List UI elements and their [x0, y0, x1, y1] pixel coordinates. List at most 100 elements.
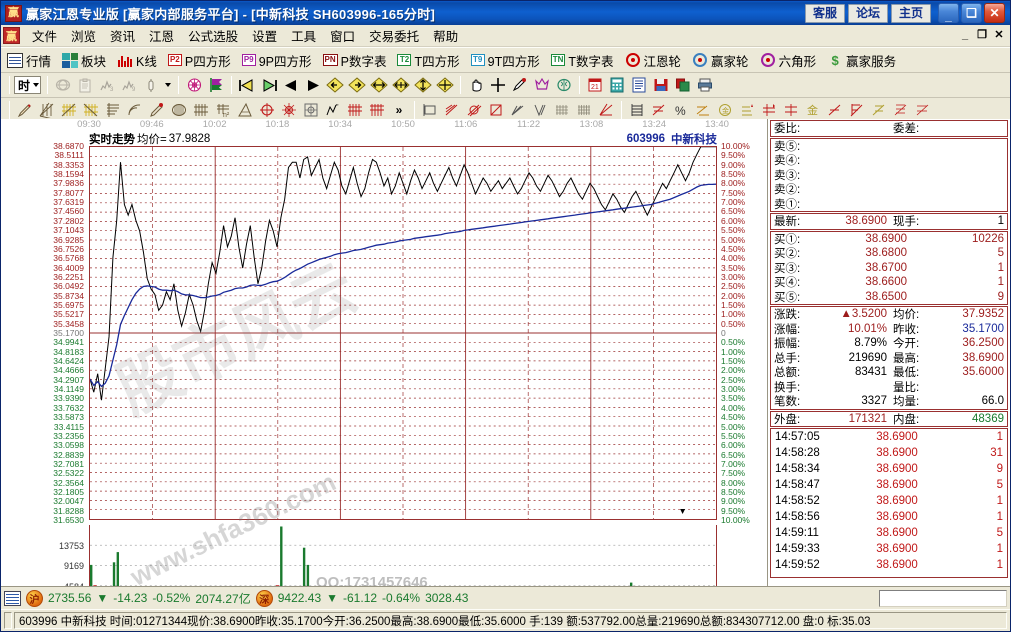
tick-row[interactable]: 14:58:4738.69005	[771, 477, 1007, 493]
more-chevron-icon[interactable]: »	[388, 100, 410, 121]
gold-text-icon[interactable]	[780, 100, 802, 121]
menu-item-trade-order[interactable]: 交易委托	[362, 24, 426, 47]
gao-grid-icon[interactable]	[366, 100, 388, 121]
mdi-close-button[interactable]: ✕	[991, 28, 1007, 43]
v-lines-icon[interactable]	[529, 100, 551, 121]
triangle-icon[interactable]	[234, 100, 256, 121]
flag-icon[interactable]	[205, 75, 227, 96]
box-target-icon[interactable]	[300, 100, 322, 121]
arc-icon[interactable]	[124, 100, 146, 121]
ying-slash-icon[interactable]	[890, 100, 912, 121]
bid-row[interactable]: 买⑤: 38.6500 9	[771, 290, 1007, 305]
tick-row[interactable]: 14:58:2838.690031	[771, 445, 1007, 461]
grid-dense-icon[interactable]	[551, 100, 573, 121]
toolbar-winner-service-button[interactable]: $ 赢家服务	[827, 51, 896, 70]
channel-icon[interactable]	[463, 100, 485, 121]
crown-icon[interactable]	[531, 75, 553, 96]
fib-fan-icon[interactable]	[102, 100, 124, 121]
toolbar-hexagon-button[interactable]: 六角形	[760, 51, 817, 70]
period-selector[interactable]: 时	[14, 76, 41, 94]
gann-fan-yellow-icon[interactable]	[58, 100, 80, 121]
wave-label-icon[interactable]: "	[322, 100, 344, 121]
rect-icon[interactable]	[419, 100, 441, 121]
hand-icon[interactable]	[465, 75, 487, 96]
chevron-down-icon[interactable]	[162, 77, 174, 93]
percent-icon[interactable]	[648, 100, 670, 121]
diamond-cross-icon[interactable]	[434, 75, 456, 96]
pen-icon[interactable]	[509, 75, 531, 96]
mdi-restore-button[interactable]: ❐	[974, 28, 990, 43]
bid-row[interactable]: 买②: 38.6800 5	[771, 246, 1007, 261]
minimize-button[interactable]: _	[938, 3, 959, 23]
fan3-icon[interactable]	[595, 100, 617, 121]
toolbar-sector-button[interactable]: 板块	[62, 51, 106, 70]
menu-item-window[interactable]: 窗口	[323, 24, 362, 47]
capsule-icon[interactable]	[140, 75, 162, 96]
calculator-icon[interactable]	[606, 75, 628, 96]
forum-button[interactable]: 论坛	[848, 4, 888, 23]
first-page-icon[interactable]	[236, 75, 258, 96]
marker-icon[interactable]	[146, 100, 168, 121]
menu-item-browse[interactable]: 浏览	[64, 24, 103, 47]
toolbar-winner-wheel-button[interactable]: 赢家轮	[692, 51, 749, 70]
toolbar-9p-square-button[interactable]: P9 9P四方形	[242, 51, 312, 70]
toolbar-t-numbertable-button[interactable]: TN T数字表	[551, 51, 614, 70]
homepage-button[interactable]: 主页	[891, 4, 931, 23]
clipboard-icon[interactable]	[74, 75, 96, 96]
print-icon[interactable]	[694, 75, 716, 96]
last-page-icon[interactable]	[258, 75, 280, 96]
diamond-v-icon[interactable]	[412, 75, 434, 96]
menu-item-formula-stock-pick[interactable]: 公式选股	[181, 24, 245, 47]
chart-sub9-icon[interactable]: 9	[118, 75, 140, 96]
tick-row[interactable]: 14:58:3438.69009	[771, 461, 1007, 477]
toolbar-kline-button[interactable]: K线	[117, 51, 157, 70]
ask-row[interactable]: 卖⑤:	[771, 139, 1007, 154]
ladder-icon[interactable]	[626, 100, 648, 121]
crosshair-icon[interactable]	[487, 75, 509, 96]
diamond-hh-icon[interactable]	[390, 75, 412, 96]
globe-icon[interactable]	[52, 75, 74, 96]
shen-slash-icon[interactable]	[868, 100, 890, 121]
percent-lines-icon[interactable]: %	[670, 100, 692, 121]
gold-circle-icon[interactable]	[692, 100, 714, 121]
notes-icon[interactable]	[628, 75, 650, 96]
toolbar-9t-square-button[interactable]: T9 9T四方形	[471, 51, 540, 70]
bid-row[interactable]: 买④: 38.6600 1	[771, 275, 1007, 290]
gold-slash-icon[interactable]	[846, 100, 868, 121]
menu-item-settings[interactable]: 设置	[245, 24, 284, 47]
fan-lines-icon[interactable]	[36, 100, 58, 121]
cycle-icon[interactable]	[168, 100, 190, 121]
copy-icon[interactable]	[672, 75, 694, 96]
angle-lines-icon[interactable]	[507, 100, 529, 121]
diamond-right-icon[interactable]	[346, 75, 368, 96]
menu-item-help[interactable]: 帮助	[426, 24, 465, 47]
prev-icon[interactable]	[280, 75, 302, 96]
f-line-icon[interactable]	[824, 100, 846, 121]
gann-fan2-icon[interactable]	[80, 100, 102, 121]
brain-icon[interactable]	[553, 75, 575, 96]
ask-row[interactable]: 卖②:	[771, 182, 1007, 197]
ask-row[interactable]: 卖③:	[771, 168, 1007, 183]
cross-red-icon[interactable]	[758, 100, 780, 121]
toolbar-gann-wheel-button[interactable]: 江恩轮	[625, 51, 682, 70]
pct-lines-icon[interactable]	[441, 100, 463, 121]
quote-grid-icon[interactable]	[4, 591, 21, 606]
j-line-icon[interactable]: 金	[802, 100, 824, 121]
gold-lines-icon[interactable]: 金	[714, 100, 736, 121]
diamond-h-icon[interactable]	[368, 75, 390, 96]
menu-item-file[interactable]: 文件	[25, 24, 64, 47]
toolbar-t-square-button[interactable]: T2 T四方形	[397, 51, 459, 70]
tick-row[interactable]: 14:59:5238.69001	[771, 557, 1007, 573]
tick-row[interactable]: 14:57:0538.69001	[771, 429, 1007, 445]
ask-row[interactable]: 卖④:	[771, 153, 1007, 168]
calendar-icon[interactable]: 21	[584, 75, 606, 96]
tick-row[interactable]: 14:59:3338.69001	[771, 541, 1007, 557]
chart-sub3-icon[interactable]: 3	[96, 75, 118, 96]
bid-row[interactable]: 买①: 38.6900 10226	[771, 232, 1007, 247]
star-target-icon[interactable]	[278, 100, 300, 121]
pencil-draw-icon[interactable]	[14, 100, 36, 121]
toolbar-p-square-button[interactable]: P2 P四方形	[168, 51, 231, 70]
tick-row[interactable]: 14:58:5238.69001	[771, 493, 1007, 509]
maximize-button[interactable]: ❑	[961, 3, 982, 23]
shen-grid-icon[interactable]	[344, 100, 366, 121]
